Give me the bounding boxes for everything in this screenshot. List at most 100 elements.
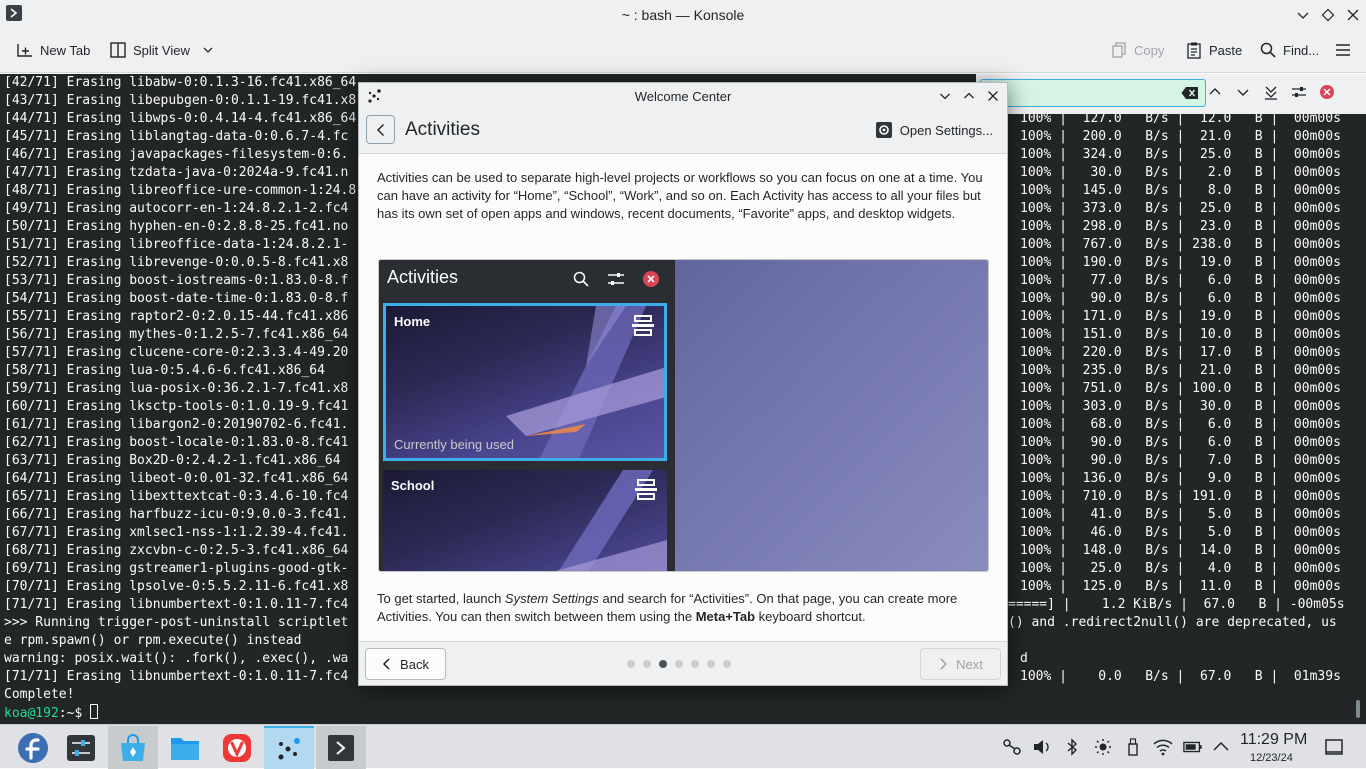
terminal-line: [68/71] Erasing zxcvbn-c-0:2.5-3.fc41.x8…	[4, 543, 349, 558]
task-vivaldi[interactable]	[212, 726, 262, 769]
terminal-line-stats: 100% | 41.0 B/s | 5.0 B | 00m00s	[1020, 507, 1341, 522]
tray-brightness-icon[interactable]	[1093, 738, 1113, 756]
close-button[interactable]	[1342, 4, 1364, 26]
taskbar: 11:29 PM 12/23/24	[0, 724, 1366, 769]
page-dot[interactable]	[659, 660, 667, 668]
search-input[interactable]	[980, 79, 1206, 107]
tray-battery-icon[interactable]	[1183, 738, 1203, 756]
tray-kde-connect-icon[interactable]	[1002, 738, 1022, 756]
tray-network-icon[interactable]	[1153, 738, 1173, 756]
find-button[interactable]: Find...	[1259, 41, 1319, 59]
chevron-up-icon	[1213, 741, 1229, 751]
window-title: ~ : bash — Konsole	[621, 6, 745, 23]
header-back-button[interactable]	[366, 115, 395, 144]
activity-card-home: Home Currently being used	[383, 303, 667, 461]
tray-removable-device-icon[interactable]	[1123, 738, 1143, 756]
terminal-line-stats: () and .redirect2null() are deprecated, …	[1008, 615, 1337, 630]
terminal-line-stats: 100% | 220.0 B/s | 17.0 B | 00m00s	[1020, 345, 1341, 360]
wifi-icon	[1153, 739, 1173, 756]
page-dot[interactable]	[723, 660, 731, 668]
terminal-line: [60/71] Erasing lksctp-tools-0:1.0.19-9.…	[4, 399, 349, 414]
terminal-line: Complete!	[4, 687, 75, 702]
application-launcher[interactable]	[8, 726, 58, 769]
tray-bluetooth-icon[interactable]	[1062, 738, 1082, 756]
find-next-button[interactable]	[1234, 83, 1252, 101]
close-icon	[988, 91, 998, 101]
paste-button[interactable]: Paste	[1185, 41, 1242, 59]
clock-time[interactable]: 11:29 PM	[1240, 731, 1307, 749]
copy-button[interactable]: Copy	[1110, 41, 1164, 59]
show-desktop-icon	[1325, 739, 1343, 755]
maximize-button[interactable]	[1317, 4, 1339, 26]
clear-text-icon[interactable]	[1181, 86, 1199, 100]
new-tab-icon	[17, 44, 32, 57]
welcome-titlebar[interactable]: Welcome Center	[359, 83, 1007, 109]
terminal-line-stats: 100% | 90.0 B/s | 6.0 B | 00m00s	[1020, 291, 1341, 306]
back-button[interactable]: Back	[365, 648, 446, 680]
task-discover[interactable]	[108, 726, 158, 769]
discover-store-icon	[121, 733, 145, 761]
split-view-button[interactable]: Split View	[109, 41, 214, 59]
search-direction-button[interactable]	[1262, 83, 1280, 101]
terminal-line: [44/71] Erasing libwps-0:0.4.14-4.fc41.x…	[4, 111, 357, 126]
terminal-line: [43/71] Erasing libepubgen-0:0.1.1-19.fc…	[4, 93, 357, 108]
terminal-line: [53/71] Erasing boost-iostreams-0:1.83.0…	[4, 273, 349, 288]
terminal-line: [70/71] Erasing lpsolve-0:5.5.2.11-6.fc4…	[4, 579, 349, 594]
close-button[interactable]	[982, 85, 1004, 107]
new-tab-button[interactable]: New Tab	[16, 41, 90, 59]
terminal-line: [55/71] Erasing raptor2-0:2.0.15-44.fc41…	[4, 309, 349, 324]
page-dot[interactable]	[675, 660, 683, 668]
folder-icon	[171, 737, 199, 760]
page-dot[interactable]	[643, 660, 651, 668]
task-konsole[interactable]	[316, 726, 366, 769]
sliders-icon	[608, 273, 624, 285]
maximize-button[interactable]	[958, 85, 980, 107]
search-icon	[1260, 42, 1276, 58]
open-settings-button[interactable]: Open Settings...	[875, 121, 993, 139]
terminal-line: [48/71] Erasing libreoffice-ure-common-1…	[4, 183, 357, 198]
hamburger-menu-button[interactable]	[1334, 41, 1352, 59]
fedora-logo-icon	[18, 732, 48, 763]
task-dolphin[interactable]	[160, 726, 210, 769]
terminal-line: [71/71] Erasing libnumbertext-0:1.0.11-7…	[4, 597, 349, 612]
minimize-button[interactable]	[934, 85, 956, 107]
search-options-button[interactable]	[1290, 83, 1308, 101]
tray-expand-button[interactable]	[1211, 738, 1231, 756]
terminal-line: [67/71] Erasing xmlsec1-nss-1:1.2.39-4.f…	[4, 525, 349, 540]
page-indicator	[627, 660, 731, 668]
hamburger-menu-icon	[1336, 44, 1350, 56]
konsole-app-icon[interactable]	[6, 5, 22, 21]
terminal-line-stats: 100% | 145.0 B/s | 8.0 B | 00m00s	[1020, 183, 1341, 198]
search-bar	[976, 74, 1366, 114]
prompt-path: :~$	[58, 706, 91, 721]
page-dot[interactable]	[707, 660, 715, 668]
page-dot[interactable]	[627, 660, 635, 668]
outro-paragraph: To get started, launch System Settings a…	[377, 591, 958, 624]
terminal-line: [57/71] Erasing clucene-core-0:2.3.3.4-4…	[4, 345, 349, 360]
chevron-up-icon	[964, 92, 974, 99]
tray-volume-icon[interactable]	[1032, 738, 1052, 756]
terminal-line-stats: 100% | 235.0 B/s | 21.0 B | 00m00s	[1020, 363, 1341, 378]
page-dot[interactable]	[691, 660, 699, 668]
next-button[interactable]: Next	[920, 648, 1001, 680]
activity-pin-icon	[632, 315, 654, 336]
find-previous-button[interactable]	[1206, 83, 1224, 101]
search-icon	[573, 271, 589, 287]
clock-date[interactable]: 12/23/24	[1250, 752, 1293, 764]
terminal-line: [46/71] Erasing javapackages-filesystem-…	[4, 147, 349, 162]
task-system-settings[interactable]	[56, 726, 106, 769]
terminal-scrollbar[interactable]	[1356, 700, 1360, 718]
find-label: Find...	[1283, 42, 1320, 58]
show-desktop-button[interactable]	[1324, 738, 1344, 756]
terminal-line-stats: 100% | 148.0 B/s | 14.0 B | 00m00s	[1020, 543, 1341, 558]
konsole-titlebar[interactable]: ~ : bash — Konsole	[0, 0, 1366, 29]
terminal-line: [47/71] Erasing tzdata-java-0:2024a-9.fc…	[4, 165, 349, 180]
task-welcome-center[interactable]	[264, 726, 314, 769]
minimize-button[interactable]	[1292, 4, 1314, 26]
terminal-line: >>> Running trigger-post-uninstall scrip…	[4, 615, 349, 630]
vivaldi-browser-icon	[223, 733, 251, 762]
close-search-button[interactable]	[1318, 83, 1336, 101]
terminal-line: [63/71] Erasing Box2D-0:2.4.2-1.fc41.x86…	[4, 453, 341, 468]
open-settings-label: Open Settings...	[899, 122, 993, 138]
terminal-line-stats: 100% | 190.0 B/s | 19.0 B | 00m00s	[1020, 255, 1341, 270]
